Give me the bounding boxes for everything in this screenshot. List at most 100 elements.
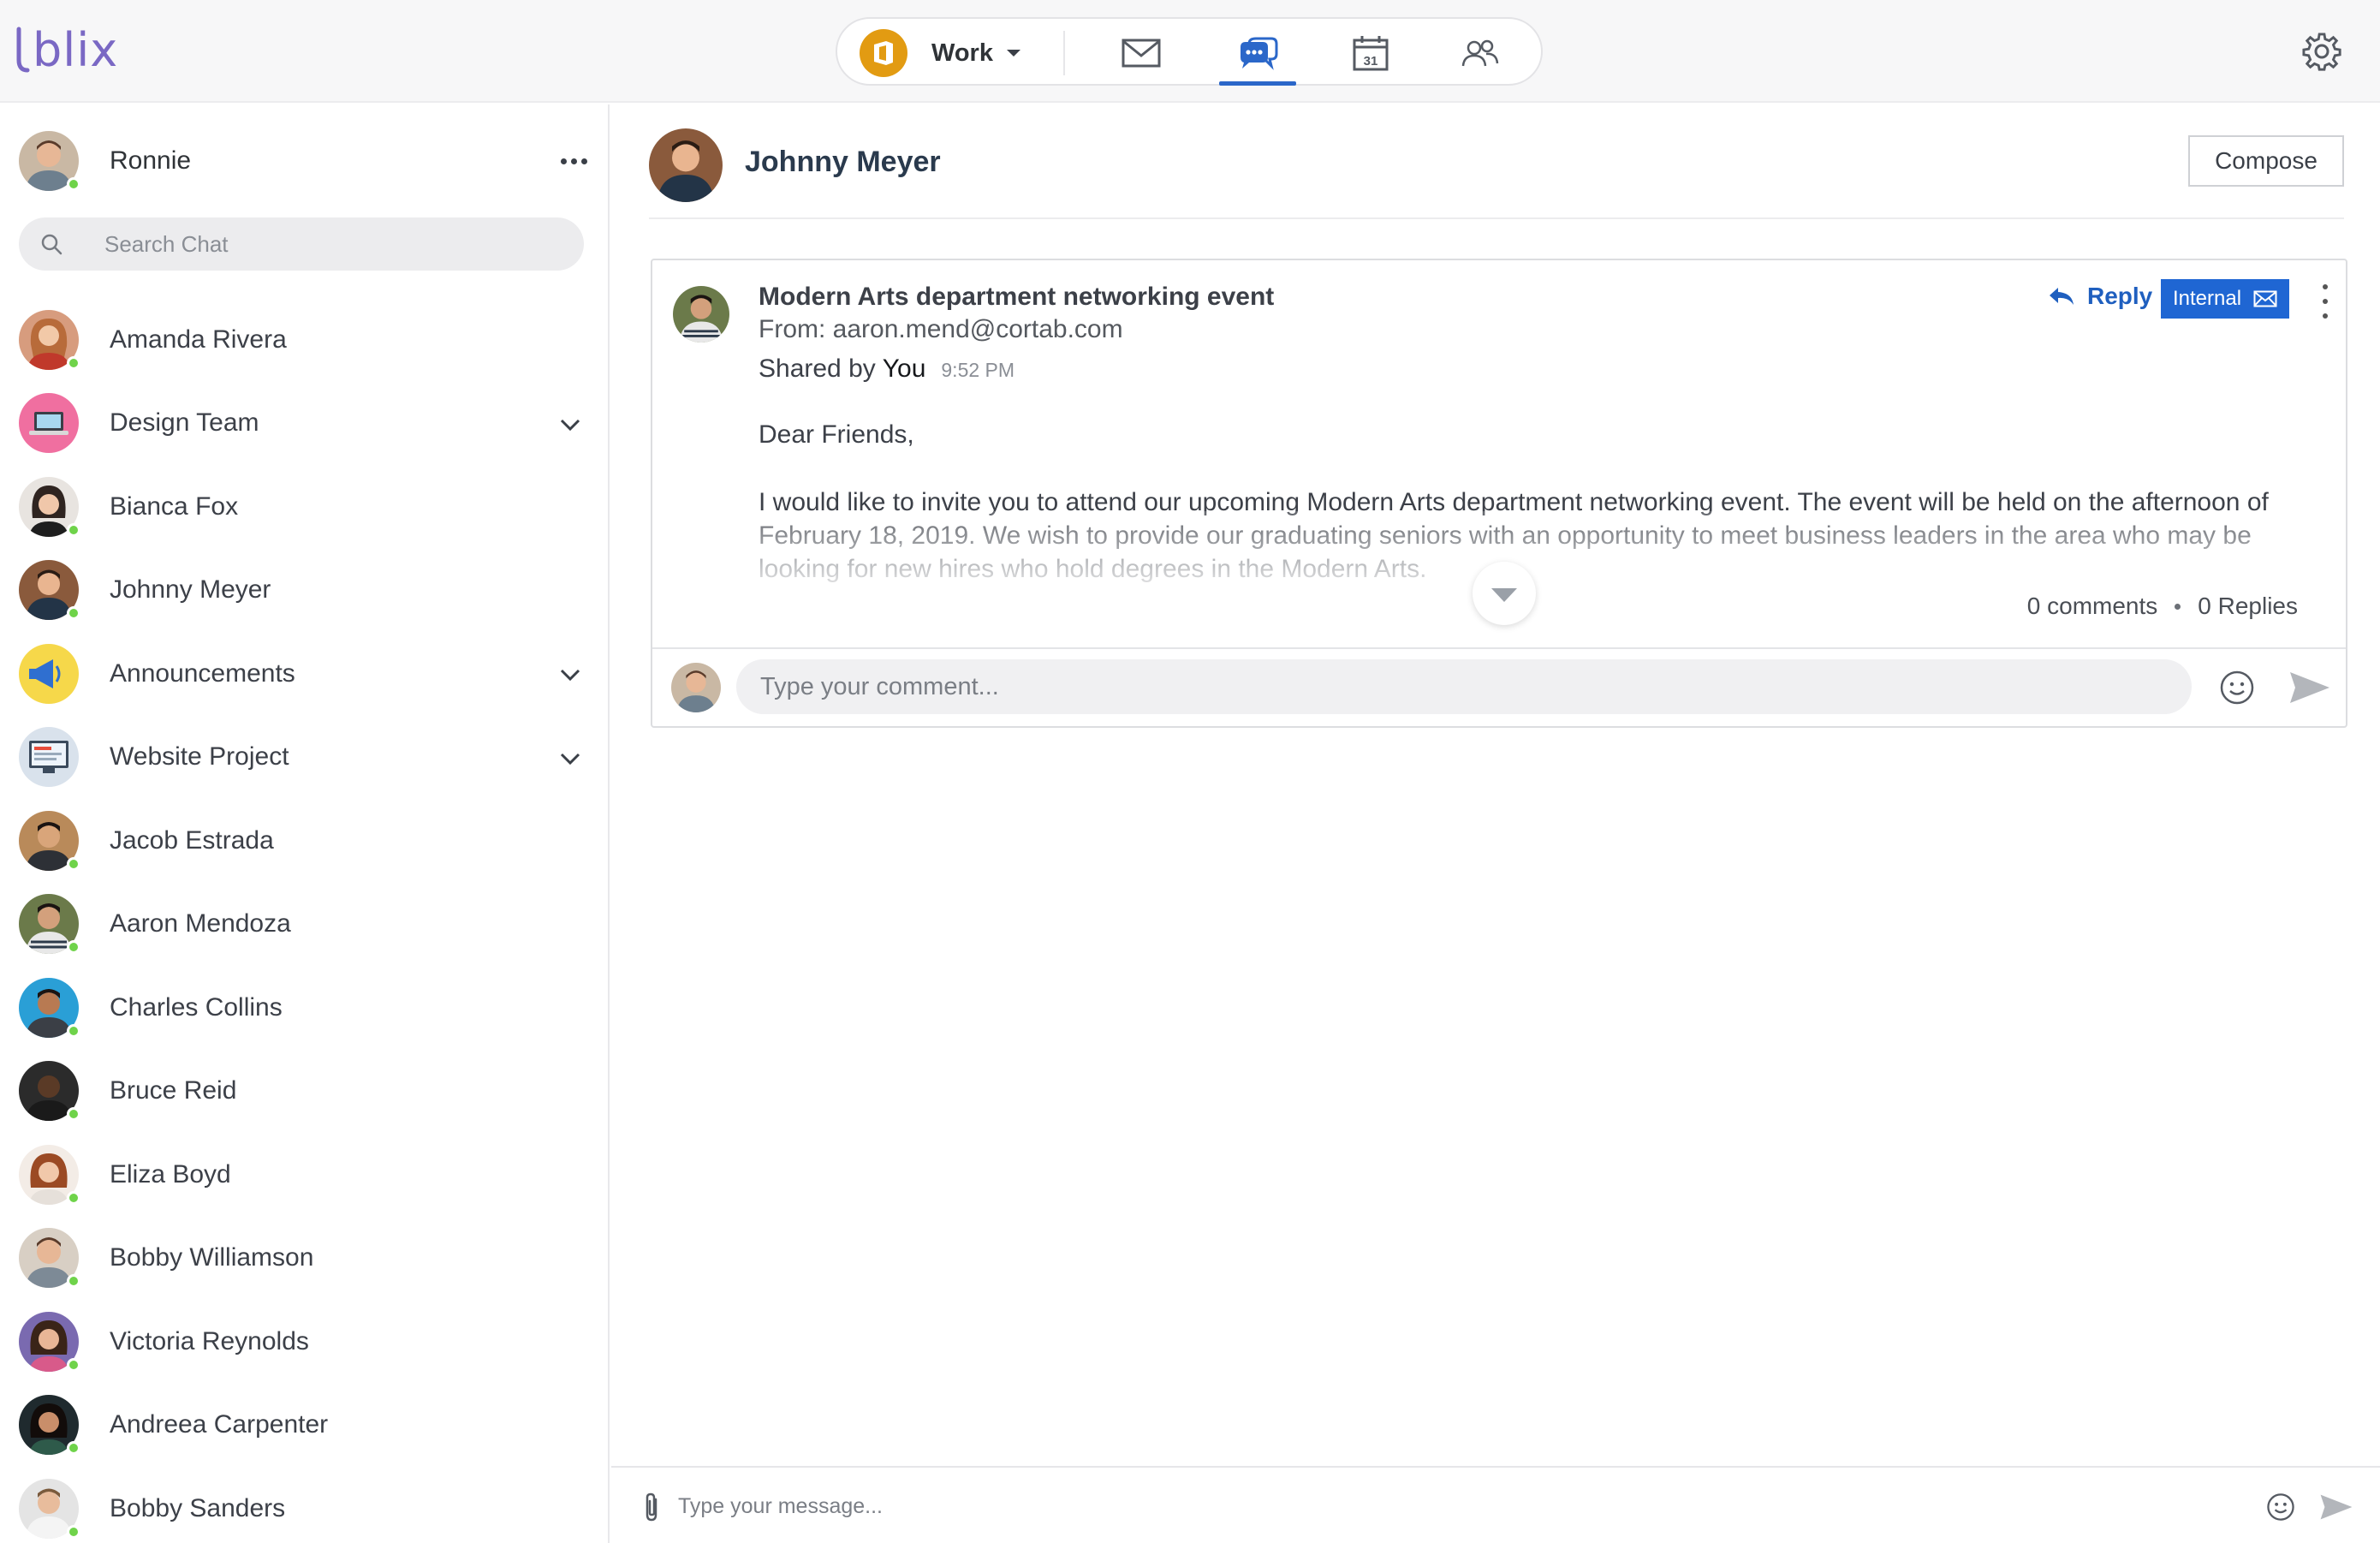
paperclip-icon — [646, 1492, 657, 1522]
chat-icon — [1241, 37, 1278, 70]
send-icon — [2290, 672, 2329, 703]
email-body-text: I would like to invite you to attend our… — [759, 488, 2269, 583]
avatar — [19, 476, 80, 537]
online-status-dot — [67, 940, 80, 955]
chevron-down-icon — [1006, 50, 1020, 57]
avatar — [19, 810, 80, 871]
contact-name: Victoria Reynolds — [110, 1326, 309, 1355]
conversation-pane: Johnny Meyer Compose Modern Arts departm… — [611, 104, 2380, 1543]
emoji-button[interactable] — [2216, 666, 2258, 709]
send-comment-button[interactable] — [2286, 666, 2334, 709]
contact-name: Andreea Carpenter — [110, 1410, 329, 1439]
online-status-dot — [67, 355, 80, 370]
account-label: Work — [931, 39, 993, 67]
search-icon — [38, 230, 65, 258]
contact-item[interactable]: Eliza Boyd — [0, 1133, 608, 1217]
contact-list: Amanda Rivera Design Team Bianca Fox Joh… — [0, 298, 608, 1543]
contact-item[interactable]: Bruce Reid — [0, 1050, 608, 1134]
contact-item[interactable]: Amanda Rivera — [0, 298, 608, 382]
online-status-dot — [67, 177, 80, 191]
contact-item[interactable]: Victoria Reynolds — [0, 1300, 608, 1384]
reply-label: Reply — [2087, 283, 2153, 309]
avatar — [671, 663, 721, 712]
group-avatar — [19, 727, 79, 788]
settings-button[interactable] — [2298, 27, 2346, 75]
comment-composer — [652, 647, 2346, 728]
people-icon — [1461, 39, 1499, 67]
contact-item[interactable]: Design Team — [0, 382, 608, 466]
online-status-dot — [67, 1524, 80, 1539]
avatar — [19, 1228, 80, 1289]
contact-item[interactable]: Announcements — [0, 632, 608, 716]
attach-button[interactable] — [637, 1490, 666, 1524]
avatar — [19, 894, 80, 955]
contact-item[interactable]: Bobby Sanders — [0, 1467, 608, 1543]
tab-calendar[interactable]: 31 — [1332, 27, 1409, 79]
internal-tag-label: Internal — [2172, 287, 2242, 310]
contact-item[interactable]: Bobby Williamson — [0, 1217, 608, 1301]
contact-item[interactable]: Bianca Fox — [0, 465, 608, 549]
shared-by-line: Shared by You 9:52 PM — [759, 354, 1014, 384]
chevron-down-icon[interactable] — [558, 413, 582, 437]
contact-name: Design Team — [110, 408, 259, 438]
group-avatar — [19, 643, 79, 704]
comment-input[interactable] — [736, 659, 2192, 714]
send-icon — [2320, 1494, 2353, 1520]
replies-count[interactable]: 0 Replies — [2198, 593, 2298, 620]
email-subject[interactable]: Modern Arts department networking event — [759, 283, 1274, 312]
logo-mark-icon — [16, 27, 30, 73]
online-status-dot — [67, 522, 80, 537]
expand-email-button[interactable] — [1473, 562, 1536, 625]
contact-item[interactable]: Aaron Mendoza — [0, 883, 608, 967]
email-body: Dear Friends, I would like to invite you… — [759, 418, 2300, 586]
contact-name: Aaron Mendoza — [110, 909, 291, 938]
reply-button[interactable]: Reply — [2048, 283, 2152, 310]
conversation-title: Johnny Meyer — [745, 146, 941, 178]
online-status-dot — [67, 856, 80, 871]
tab-chat[interactable] — [1219, 27, 1296, 86]
send-message-button[interactable] — [2317, 1490, 2356, 1524]
tab-mail[interactable] — [1103, 27, 1180, 79]
chevron-down-icon[interactable] — [558, 747, 582, 771]
compose-button[interactable]: Compose — [2188, 135, 2344, 187]
contact-name: Bobby Sanders — [110, 1493, 286, 1522]
contact-name: Announcements — [110, 658, 295, 688]
internal-tag[interactable]: Internal — [2161, 279, 2289, 319]
online-status-dot — [67, 1107, 80, 1122]
contact-name: Charles Collins — [110, 992, 283, 1022]
timestamp: 9:52 PM — [941, 359, 1015, 381]
comments-count[interactable]: 0 comments — [2027, 593, 2158, 620]
chevron-down-icon — [1491, 588, 1517, 602]
email-greeting: Dear Friends, — [759, 420, 914, 449]
contact-name: Website Project — [110, 742, 289, 772]
contact-item[interactable]: Website Project — [0, 716, 608, 800]
message-input[interactable] — [678, 1485, 1962, 1528]
group-avatar — [19, 393, 79, 454]
conversation-header: Johnny Meyer Compose — [649, 125, 2344, 219]
tab-contacts[interactable] — [1442, 27, 1519, 79]
contact-item[interactable]: Charles Collins — [0, 966, 608, 1050]
current-user[interactable]: Ronnie — [19, 130, 592, 192]
logo-text: blix — [33, 22, 119, 77]
contact-item[interactable]: Johnny Meyer — [0, 549, 608, 633]
contact-item[interactable]: Jacob Estrada — [0, 799, 608, 883]
chevron-down-icon[interactable] — [558, 663, 582, 687]
shared-email-card: Modern Arts department networking event … — [651, 259, 2347, 728]
search-input[interactable] — [104, 230, 550, 258]
email-preview-text: I would like to invite you to attend our… — [759, 486, 2300, 586]
avatar — [19, 560, 80, 621]
more-options-icon[interactable] — [2317, 284, 2334, 319]
online-status-dot — [67, 1023, 80, 1038]
contact-name: Jacob Estrada — [110, 825, 274, 855]
online-status-dot — [67, 606, 80, 621]
avatar — [19, 1395, 80, 1456]
more-options-icon[interactable] — [555, 146, 592, 176]
contact-name: Amanda Rivera — [110, 325, 287, 354]
chat-sidebar: Ronnie Amanda Rivera Design Team Bianca … — [0, 104, 610, 1543]
account-switcher[interactable]: Work — [860, 29, 1020, 77]
office-icon — [860, 29, 907, 77]
contact-item[interactable]: Andreea Carpenter — [0, 1384, 608, 1468]
emoji-button[interactable] — [2264, 1490, 2298, 1524]
avatar — [649, 128, 723, 202]
contact-name: Johnny Meyer — [110, 575, 271, 605]
